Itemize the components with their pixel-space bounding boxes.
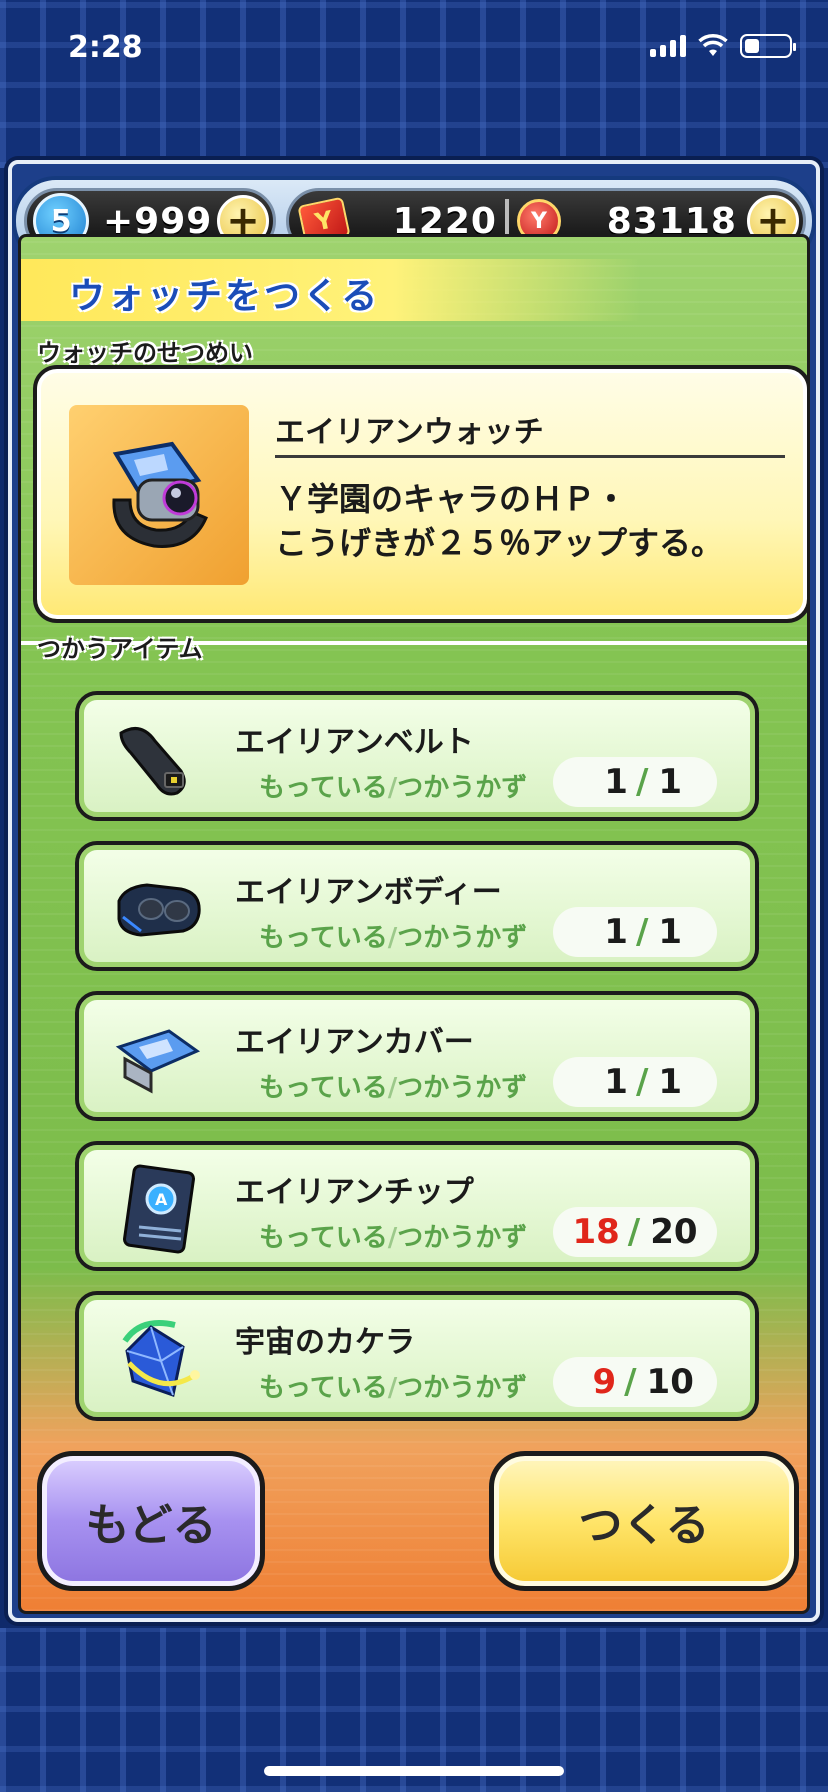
items-section-label: つかうアイテム [37,635,203,663]
item-count-caption: もっている/つかうかず [259,1373,528,1403]
item-count-caption: もっている/つかうかず [259,1073,528,1103]
item-row-crystal[interactable]: 宇宙のカケラ もっている/つかうかず 9/10 [75,1291,759,1421]
status-time: 2:28 [68,30,143,65]
svg-text:A: A [155,1190,168,1209]
item-count: 1/1 [553,1057,717,1107]
make-button[interactable]: つくる [489,1451,799,1591]
owned-count: 18 [572,1212,620,1252]
item-name: エイリアンカバー [235,1025,474,1060]
required-count: 10 [646,1362,694,1402]
battery-icon [740,34,796,58]
item-row-body[interactable]: エイリアンボディー もっている/つかうかず 1/1 [75,841,759,971]
item-count: 1/1 [553,907,717,957]
item-count: 18/20 [553,1207,717,1257]
status-bar: 2:28 [0,0,828,100]
watch-name: エイリアンウォッチ [275,415,544,450]
wifi-icon [698,34,728,56]
alien-watch-icon [112,441,208,548]
description-card: エイリアンウォッチ Ｙ学園のキャラのＨＰ・ こうげきが２５％アップする。 [33,365,807,623]
watch-description: Ｙ学園のキャラのＨＰ・ こうげきが２５％アップする。 [275,480,724,562]
required-count: 1 [658,762,683,802]
description-section-label: ウォッチのせつめい [37,339,253,367]
watch-thumbnail [69,405,249,585]
item-name: 宇宙のカケラ [235,1325,415,1360]
crystal-shard-icon [111,1311,207,1407]
belt-icon [111,711,207,807]
owned-count: 1 [604,1062,628,1102]
owned-count: 1 [604,762,628,802]
item-count-caption: もっている/つかうかず [259,773,528,803]
item-row-belt[interactable]: エイリアンベルト もっている/つかうかず 1/1 [75,691,759,821]
required-count: 20 [650,1212,698,1252]
owned-count: 1 [604,912,628,952]
content-panel: ウォッチをつくる ウォッチのせつめい エイリアンウォッチ Ｙ学園のキャラのＨＰ・… [18,234,810,1614]
chip-icon: A [111,1161,207,1257]
required-count: 1 [658,912,683,952]
status-icons [650,34,796,58]
item-count: 9/10 [553,1357,717,1407]
home-indicator[interactable] [264,1766,564,1776]
item-count-caption: もっている/つかうかず [259,1223,528,1253]
cellular-signal-icon [650,35,686,57]
item-name: エイリアンチップ [235,1175,474,1210]
item-row-cover[interactable]: エイリアンカバー もっている/つかうかず 1/1 [75,991,759,1121]
watch-cover-icon [111,1011,207,1107]
owned-count: 9 [592,1362,617,1402]
watch-body-icon [111,861,207,957]
item-row-chip[interactable]: A エイリアンチップ もっている/つかうかず 18/20 [75,1141,759,1271]
item-count: 1/1 [553,757,717,807]
item-name: エイリアンベルト [235,725,474,760]
title-band: ウォッチをつくる [21,259,641,321]
back-button[interactable]: もどる [37,1451,265,1591]
page-title: ウォッチをつくる [69,276,381,317]
item-count-caption: もっている/つかうかず [259,923,528,953]
item-name: エイリアンボディー [235,875,502,910]
required-count: 1 [658,1062,683,1102]
main-frame: 5 +999 + Y 1220 Y 83118 + ウォッチをつくる ウォッチの… [8,160,820,1622]
watch-name-underline [275,455,785,458]
